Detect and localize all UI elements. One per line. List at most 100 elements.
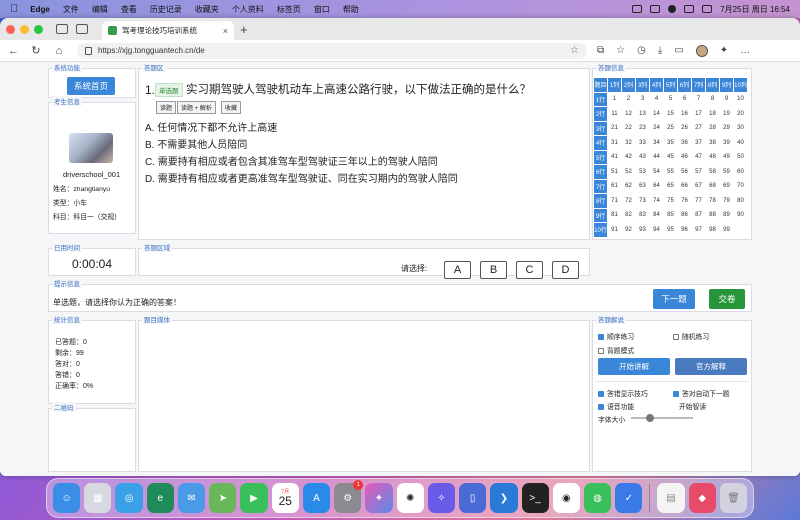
menu-profile[interactable]: 个人资料 (232, 4, 264, 15)
favorite-star-icon[interactable]: ☆ (570, 45, 579, 56)
control-center-icon[interactable] (702, 5, 713, 13)
answer-b-button[interactable]: B (480, 261, 507, 279)
next-question-button[interactable]: 下一题 (653, 289, 695, 309)
official-explain-button[interactable]: 官方解释 (675, 358, 747, 375)
grid-question-cell[interactable]: 74 (650, 194, 663, 208)
grid-question-cell[interactable]: 52 (622, 165, 635, 179)
option-d[interactable]: D. 需要持有相应或者更高准驾车型驾驶证、同在实习期内的驾驶人陪同 (145, 170, 458, 185)
search-status-icon[interactable] (684, 5, 695, 13)
grid-question-cell[interactable]: 77 (692, 194, 705, 208)
grid-question-cell[interactable]: 99 (720, 223, 733, 237)
grid-question-cell[interactable]: 86 (678, 209, 691, 223)
menu-history[interactable]: 历史记录 (150, 4, 182, 15)
read-with-explanation-button[interactable]: 读题 + 解析 (177, 101, 216, 114)
grid-question-cell[interactable]: 50 (734, 151, 747, 165)
vscode-icon[interactable]: ❯ (490, 483, 518, 513)
grid-question-cell[interactable]: 17 (692, 107, 705, 121)
grid-question-cell[interactable]: 82 (622, 209, 635, 223)
grid-question-cell[interactable]: 20 (734, 107, 747, 121)
chatgpt-icon[interactable]: ✺ (396, 483, 424, 513)
grid-question-cell[interactable]: 60 (734, 165, 747, 179)
copilot-icon[interactable]: ✦ (720, 45, 728, 56)
grid-question-cell[interactable]: 6 (678, 93, 691, 107)
grid-question-cell[interactable]: 15 (664, 107, 677, 121)
minimize-window-icon[interactable] (20, 24, 29, 34)
menu-app-name[interactable]: Edge (30, 5, 50, 14)
wechat-icon[interactable]: ◍ (583, 483, 612, 513)
home-icon[interactable]: ⌂ (54, 45, 64, 57)
grid-question-cell[interactable]: 47 (692, 151, 705, 165)
grid-question-cell[interactable]: 3 (636, 93, 649, 107)
grid-question-cell[interactable]: 4 (650, 93, 663, 107)
grid-question-cell[interactable]: 54 (650, 165, 663, 179)
grid-question-cell[interactable]: 37 (692, 136, 705, 150)
url-field[interactable]: https://xjg.tongguantech.cn/de ☆ (77, 42, 587, 59)
grid-question-cell[interactable]: 84 (650, 209, 663, 223)
grid-question-cell[interactable]: 43 (636, 151, 649, 165)
grid-question-cell[interactable]: 90 (734, 209, 747, 223)
finder-icon[interactable]: ☺ (53, 483, 81, 513)
grid-question-cell[interactable]: 83 (636, 209, 649, 223)
grid-question-cell[interactable]: 55 (664, 165, 677, 179)
grid-question-cell[interactable]: 69 (720, 180, 733, 194)
grid-question-cell[interactable]: 42 (622, 151, 635, 165)
grid-question-cell[interactable]: 7 (692, 93, 705, 107)
menu-edit[interactable]: 编辑 (92, 4, 108, 15)
font-size-slider-track[interactable] (631, 417, 693, 419)
grid-question-cell[interactable]: 31 (608, 136, 621, 150)
terminal-icon[interactable]: >_ (521, 483, 549, 513)
grid-question-cell[interactable]: 25 (664, 122, 677, 136)
option-b[interactable]: B. 不需要其他人员陪同 (145, 136, 247, 151)
grid-question-cell[interactable]: 29 (720, 122, 733, 136)
wifi-icon[interactable] (668, 5, 677, 13)
apple-icon[interactable]:  (10, 3, 18, 15)
app-store-icon[interactable]: A (302, 483, 331, 513)
close-window-icon[interactable] (6, 24, 15, 34)
grid-question-cell[interactable]: 33 (636, 136, 649, 150)
menu-favorites[interactable]: 收藏夹 (195, 4, 219, 15)
recite-checkbox[interactable] (598, 348, 604, 355)
new-tab-icon[interactable]: + (240, 22, 248, 37)
grid-question-cell[interactable]: 66 (678, 180, 691, 194)
grid-question-cell[interactable]: 36 (678, 136, 691, 150)
grid-question-cell[interactable]: 11 (608, 107, 621, 121)
grid-question-cell[interactable]: 44 (650, 151, 663, 165)
maps-icon[interactable]: ➤ (209, 483, 237, 513)
grid-question-cell[interactable]: 34 (650, 136, 663, 150)
grid-question-cell[interactable]: 61 (608, 180, 621, 194)
grid-question-cell[interactable]: 96 (678, 223, 691, 237)
qq-icon[interactable]: ◉ (552, 483, 580, 513)
grid-question-cell[interactable]: 57 (692, 165, 705, 179)
grid-question-cell[interactable]: 9 (720, 93, 733, 107)
downloads-icon[interactable]: ⤓ (658, 45, 662, 56)
lock-icon[interactable] (85, 46, 92, 55)
show-tips-checkbox[interactable] (598, 391, 604, 398)
calendar-icon[interactable]: 7月 25 (271, 483, 299, 513)
launchpad-icon[interactable]: ▦ (84, 483, 112, 513)
battery-icon[interactable] (650, 5, 661, 13)
grid-question-cell[interactable]: 89 (720, 209, 733, 223)
menu-view[interactable]: 查看 (121, 4, 137, 15)
grid-question-cell[interactable]: 21 (608, 122, 621, 136)
system-settings-icon[interactable]: ⚙ 1 (334, 480, 364, 513)
facetime-icon[interactable]: ▶ (240, 483, 268, 513)
active-tab[interactable]: 驾考理论技巧培训系统 × (102, 21, 234, 40)
grid-question-cell[interactable]: 48 (706, 151, 719, 165)
auto-next-checkbox[interactable] (673, 391, 679, 398)
grid-question-cell[interactable]: 27 (692, 122, 705, 136)
submit-exam-button[interactable]: 交卷 (709, 289, 745, 309)
iphone-mirroring-icon[interactable]: ▯ (459, 483, 487, 513)
grid-question-cell[interactable]: 53 (636, 165, 649, 179)
collections-icon[interactable]: ▭ (674, 45, 683, 56)
menu-tabs[interactable]: 标签页 (277, 4, 301, 15)
grid-question-cell[interactable]: 88 (706, 209, 719, 223)
more-menu-icon[interactable]: … (740, 45, 750, 56)
grid-question-cell[interactable]: 95 (664, 223, 677, 237)
wechat-status-icon[interactable] (632, 5, 643, 13)
grid-question-cell[interactable]: 71 (608, 194, 621, 208)
close-tab-icon[interactable]: × (223, 26, 228, 36)
grid-question-cell[interactable]: 1 (608, 93, 621, 107)
document-icon[interactable]: ▤ (657, 483, 685, 513)
todo-icon[interactable]: ✓ (615, 483, 643, 513)
grid-question-cell[interactable]: 19 (720, 107, 733, 121)
